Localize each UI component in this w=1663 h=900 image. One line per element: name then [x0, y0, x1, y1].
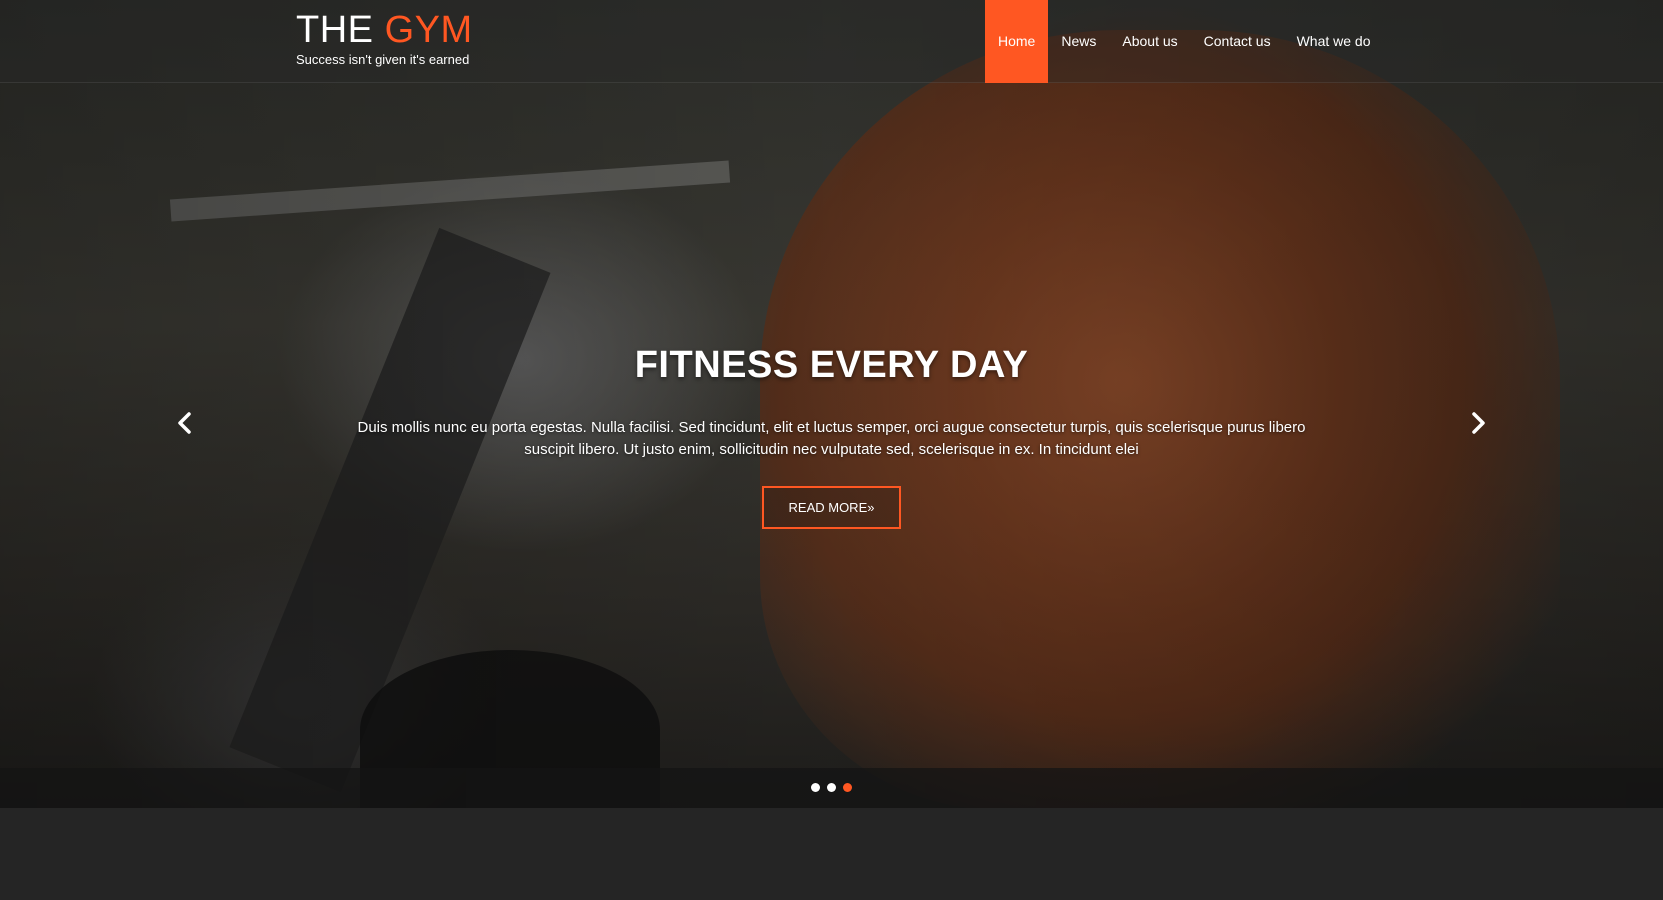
slide-description: Duis mollis nunc eu porta egestas. Nulla… — [357, 419, 1306, 458]
slider-dots — [811, 783, 852, 792]
site-title-accent: GYM — [384, 9, 473, 51]
slider-pagination-bar — [0, 768, 1663, 808]
site-title-main: THE — [296, 9, 374, 51]
nav-item-news[interactable]: News — [1048, 0, 1109, 83]
slider-dot-3[interactable] — [843, 783, 852, 792]
hero-overlay — [0, 0, 1663, 808]
hero-slider: THE GYM Success isn't given it's earned … — [0, 0, 1663, 808]
brand-logo[interactable]: THE GYM Success isn't given it's earned — [296, 10, 473, 68]
site-title: THE GYM — [296, 10, 473, 50]
nav-item-home[interactable]: Home — [985, 0, 1049, 83]
slide-title: FITNESS EVERY DAY — [634, 344, 1029, 386]
page-content-area — [0, 808, 1663, 900]
read-more-button[interactable]: READ MORE» — [762, 486, 901, 529]
chevron-right-icon[interactable] — [1463, 408, 1493, 438]
slider-dot-1[interactable] — [811, 783, 820, 792]
nav-item-what-we-do[interactable]: What we do — [1284, 0, 1384, 83]
main-nav: Home News About us Contact us What we do — [985, 0, 1384, 83]
site-tagline: Success isn't given it's earned — [296, 52, 470, 67]
nav-item-about-us[interactable]: About us — [1109, 0, 1190, 83]
slider-dot-2[interactable] — [827, 783, 836, 792]
chevron-left-icon[interactable] — [170, 408, 200, 438]
header-bar: THE GYM Success isn't given it's earned … — [0, 0, 1663, 83]
nav-item-contact-us[interactable]: Contact us — [1191, 0, 1284, 83]
